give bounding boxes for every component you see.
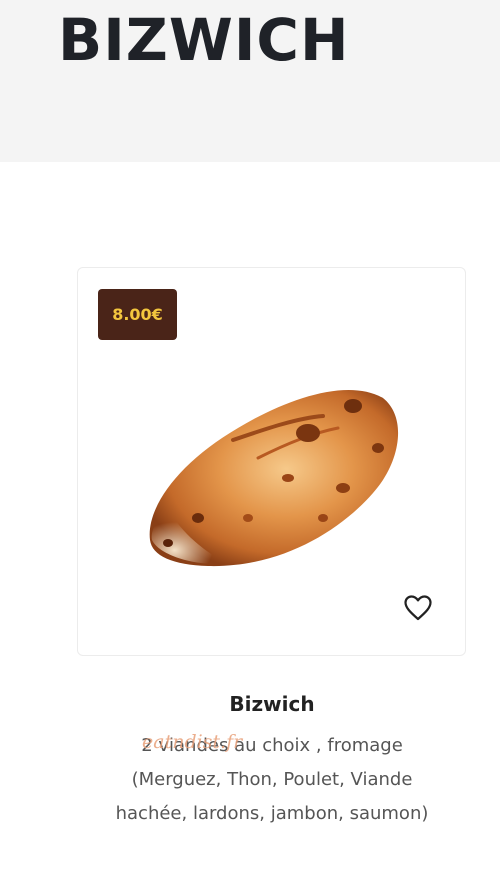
favorite-button[interactable]: [400, 590, 436, 626]
product-image[interactable]: [138, 368, 408, 588]
product-description: 2 viandes au choix , fromage (Merguez, T…: [115, 735, 429, 824]
product-name[interactable]: Bizwich: [0, 692, 500, 716]
page-title: BIZWICH: [58, 6, 350, 74]
heart-outline-icon: [404, 595, 432, 621]
price-badge: 8.00€: [98, 289, 177, 340]
product-card[interactable]: 8.00€: [77, 267, 466, 656]
page-header: BIZWICH: [0, 0, 500, 162]
